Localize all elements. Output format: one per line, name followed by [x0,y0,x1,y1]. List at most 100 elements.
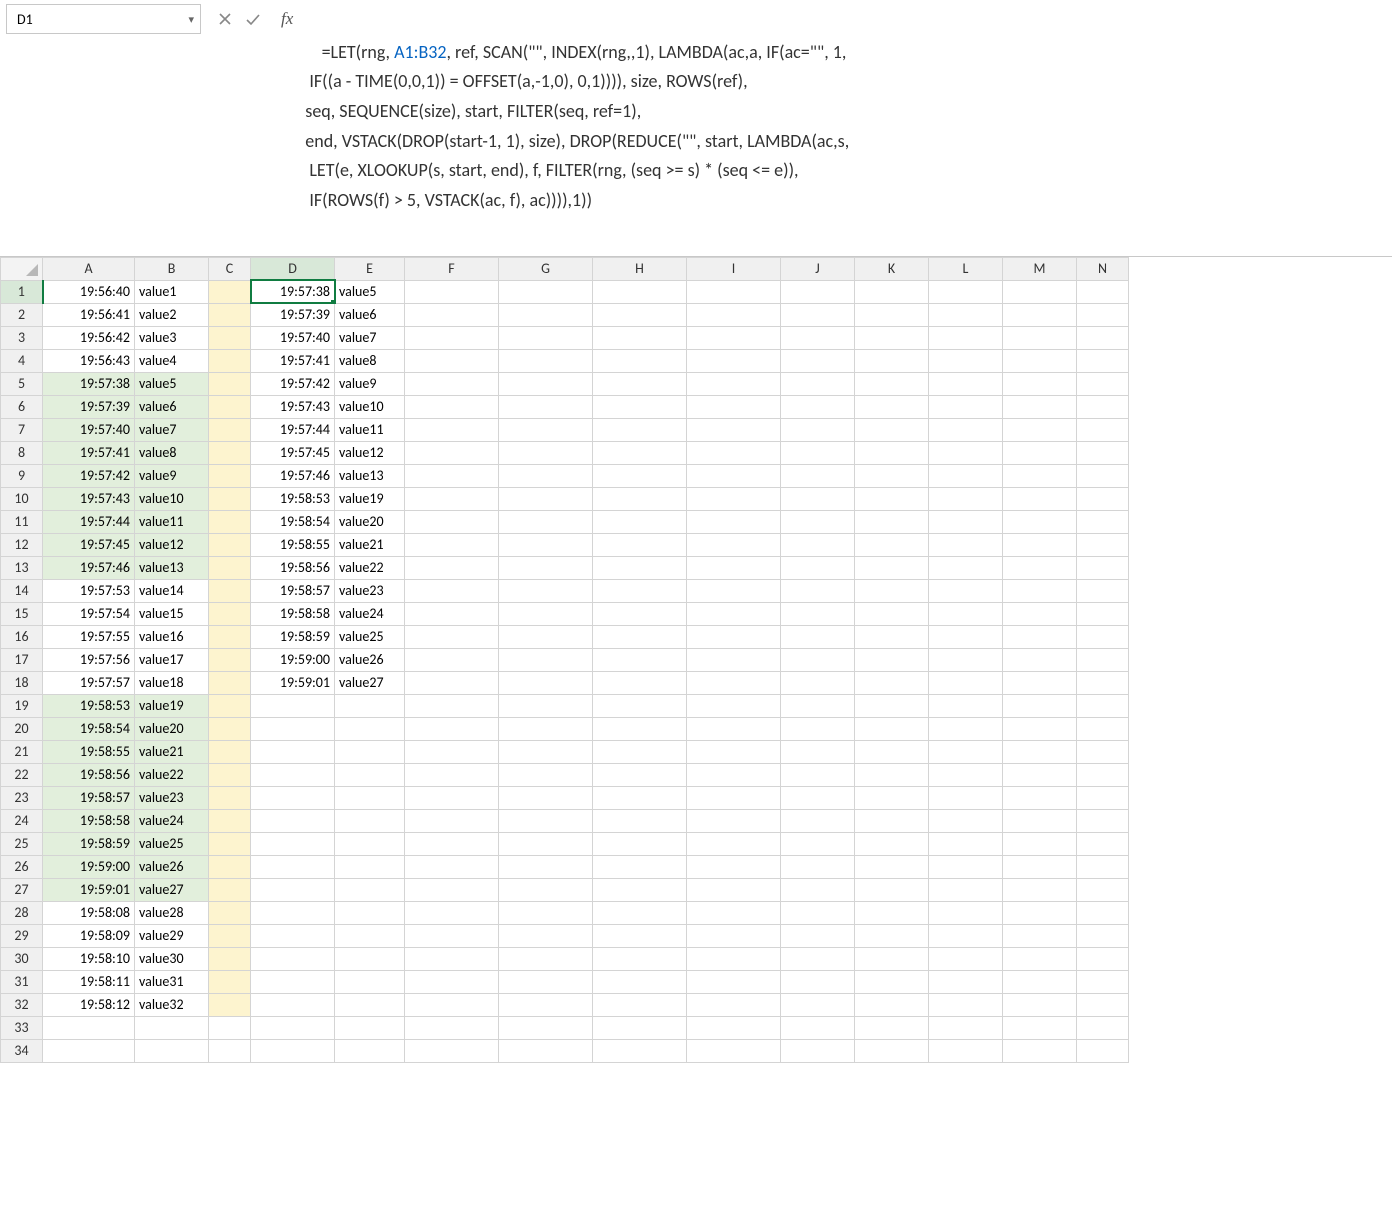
cell-G15[interactable] [499,602,593,625]
cell-D27[interactable] [251,878,335,901]
cell-B32[interactable]: value32 [135,993,209,1016]
cell-K27[interactable] [855,878,929,901]
cell-N16[interactable] [1077,625,1129,648]
cell-D19[interactable] [251,694,335,717]
cell-N5[interactable] [1077,372,1129,395]
cell-D10[interactable]: 19:58:53 [251,487,335,510]
cell-J7[interactable] [781,418,855,441]
cell-K22[interactable] [855,763,929,786]
cell-E21[interactable] [335,740,405,763]
cell-I33[interactable] [687,1016,781,1039]
cell-J26[interactable] [781,855,855,878]
cell-A30[interactable]: 19:58:10 [43,947,135,970]
cell-D28[interactable] [251,901,335,924]
cell-B17[interactable]: value17 [135,648,209,671]
cell-J1[interactable] [781,280,855,303]
cell-N11[interactable] [1077,510,1129,533]
cell-F13[interactable] [405,556,499,579]
cell-E20[interactable] [335,717,405,740]
cell-L15[interactable] [929,602,1003,625]
cell-N7[interactable] [1077,418,1129,441]
spreadsheet-grid[interactable]: ABCDEFGHIJKLMN119:56:40value119:57:38val… [0,257,1392,1063]
cell-G13[interactable] [499,556,593,579]
cell-H2[interactable] [593,303,687,326]
cell-F6[interactable] [405,395,499,418]
cell-M11[interactable] [1003,510,1077,533]
cell-I6[interactable] [687,395,781,418]
cell-B10[interactable]: value10 [135,487,209,510]
cell-D4[interactable]: 19:57:41 [251,349,335,372]
cell-C10[interactable] [209,487,251,510]
cell-D9[interactable]: 19:57:46 [251,464,335,487]
cell-H28[interactable] [593,901,687,924]
cell-C4[interactable] [209,349,251,372]
cell-A3[interactable]: 19:56:42 [43,326,135,349]
cell-C33[interactable] [209,1016,251,1039]
cell-F15[interactable] [405,602,499,625]
cell-A23[interactable]: 19:58:57 [43,786,135,809]
cell-N27[interactable] [1077,878,1129,901]
cell-H20[interactable] [593,717,687,740]
cell-M15[interactable] [1003,602,1077,625]
cell-F28[interactable] [405,901,499,924]
cell-D5[interactable]: 19:57:42 [251,372,335,395]
cell-N31[interactable] [1077,970,1129,993]
cell-L12[interactable] [929,533,1003,556]
cell-C20[interactable] [209,717,251,740]
cell-M23[interactable] [1003,786,1077,809]
cell-L17[interactable] [929,648,1003,671]
cell-L24[interactable] [929,809,1003,832]
row-header-15[interactable]: 15 [1,602,43,625]
cell-K33[interactable] [855,1016,929,1039]
cell-N33[interactable] [1077,1016,1129,1039]
cell-J2[interactable] [781,303,855,326]
row-header-32[interactable]: 32 [1,993,43,1016]
cell-K1[interactable] [855,280,929,303]
cell-M9[interactable] [1003,464,1077,487]
cell-F1[interactable] [405,280,499,303]
cell-F20[interactable] [405,717,499,740]
cell-C34[interactable] [209,1039,251,1062]
cell-I10[interactable] [687,487,781,510]
cell-D22[interactable] [251,763,335,786]
cell-L5[interactable] [929,372,1003,395]
cell-C13[interactable] [209,556,251,579]
cell-N3[interactable] [1077,326,1129,349]
cell-J27[interactable] [781,878,855,901]
cell-I19[interactable] [687,694,781,717]
cell-B34[interactable] [135,1039,209,1062]
cell-E19[interactable] [335,694,405,717]
cell-H15[interactable] [593,602,687,625]
row-header-2[interactable]: 2 [1,303,43,326]
cell-G18[interactable] [499,671,593,694]
row-header-23[interactable]: 23 [1,786,43,809]
cell-M29[interactable] [1003,924,1077,947]
cell-E8[interactable]: value12 [335,441,405,464]
cell-E28[interactable] [335,901,405,924]
row-header-25[interactable]: 25 [1,832,43,855]
cell-K14[interactable] [855,579,929,602]
row-header-34[interactable]: 34 [1,1039,43,1062]
cell-A22[interactable]: 19:58:56 [43,763,135,786]
cell-D6[interactable]: 19:57:43 [251,395,335,418]
cell-M6[interactable] [1003,395,1077,418]
cell-B7[interactable]: value7 [135,418,209,441]
cell-G27[interactable] [499,878,593,901]
cell-A1[interactable]: 19:56:40 [43,280,135,303]
cell-G33[interactable] [499,1016,593,1039]
row-header-11[interactable]: 11 [1,510,43,533]
cell-C25[interactable] [209,832,251,855]
row-header-22[interactable]: 22 [1,763,43,786]
cell-B1[interactable]: value1 [135,280,209,303]
cell-J15[interactable] [781,602,855,625]
cell-D8[interactable]: 19:57:45 [251,441,335,464]
cell-L6[interactable] [929,395,1003,418]
cell-J6[interactable] [781,395,855,418]
cell-F10[interactable] [405,487,499,510]
cell-E27[interactable] [335,878,405,901]
cell-K29[interactable] [855,924,929,947]
cell-K30[interactable] [855,947,929,970]
column-header-B[interactable]: B [135,257,209,280]
cell-A11[interactable]: 19:57:44 [43,510,135,533]
cell-L10[interactable] [929,487,1003,510]
